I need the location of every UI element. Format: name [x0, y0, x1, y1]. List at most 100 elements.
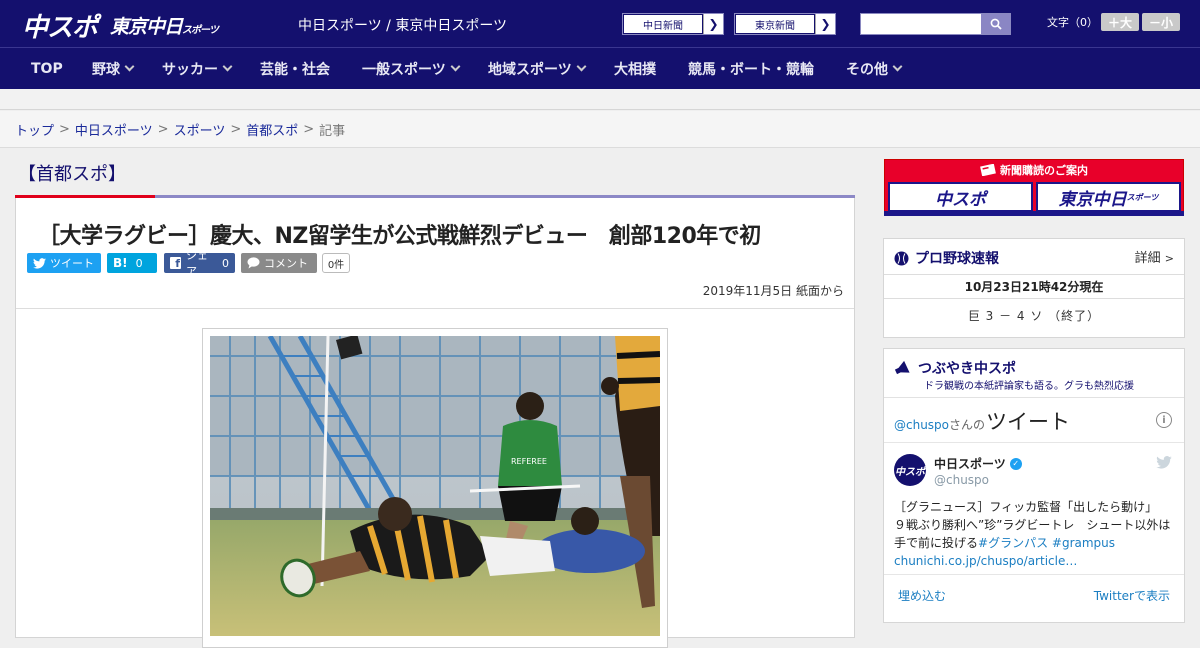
chunichi-shimbun-label: 中日新聞 [623, 14, 703, 34]
share-label: シェア [186, 249, 208, 278]
tweets-widget-title: つぶやき中スポ [918, 361, 1016, 377]
nav-item-racing[interactable]: 競馬・ボート・競輪 [688, 48, 814, 89]
nav-item-local-sports[interactable]: 地域スポーツ [488, 48, 587, 89]
article-headline: ［大学ラグビー］慶大、NZ留学生が公式戦鮮烈デビュー 創部120年で初 [38, 224, 761, 249]
search-button[interactable] [981, 14, 1010, 34]
tokyo-logo-small: スポーツ [182, 25, 219, 36]
nav-item-top[interactable]: TOP [31, 48, 63, 89]
baseball-score[interactable]: 巨 3 － 4 ソ （終了） [884, 307, 1184, 324]
comment-button[interactable]: コメント [241, 253, 317, 273]
breadcrumb-sep: > [59, 121, 70, 137]
nav-label: 野球 [92, 61, 120, 78]
nav-label: 芸能・社会 [260, 61, 330, 78]
info-icon[interactable]: i [1156, 412, 1172, 428]
tokyo-shimbun-button[interactable]: 東京新聞 ❯ [734, 13, 836, 35]
breadcrumb-sep: > [303, 121, 315, 137]
tweet-account-name-text: 中日スポーツ [934, 457, 1006, 471]
share-count: 0 [222, 256, 229, 270]
chunichi-shimbun-button[interactable]: 中日新聞 ❯ [622, 13, 724, 35]
search-icon [990, 18, 1002, 30]
search-input[interactable] [861, 14, 982, 34]
twitter-bird-icon[interactable] [1156, 456, 1172, 469]
font-size-up-button[interactable]: ＋大 [1101, 13, 1139, 31]
comment-label: コメント [264, 257, 308, 270]
tweet-link[interactable]: chunichi.co.jp/chuspo/article… [894, 552, 1179, 570]
nav-item-other[interactable]: その他 [846, 48, 903, 89]
font-size-label: 文字（0） [1047, 16, 1098, 29]
baseball-detail-label: 詳細 [1134, 251, 1161, 266]
tweets-widget: つぶやき中スポ ドラ観戦の本紙評論家も語る。グラも熱烈応援 @chuspo さん… [883, 348, 1185, 623]
facebook-icon: f [170, 257, 181, 270]
tweet-button[interactable]: ツイート [27, 253, 101, 273]
timeline-handle[interactable]: @chuspo [894, 418, 949, 432]
megaphone-icon [894, 360, 910, 375]
nav-item-baseball[interactable]: 野球 [92, 48, 135, 89]
subscription-banner-base [884, 211, 1184, 216]
verified-badge-icon: ✓ [1009, 457, 1022, 470]
breadcrumb-link-chunichi-sports[interactable]: 中日スポーツ [75, 120, 153, 139]
baseball-updated-row: 10月23日21時42分現在 [884, 274, 1184, 299]
speech-bubble-icon [247, 257, 260, 269]
breadcrumb: トップ > 中日スポーツ > スポーツ > 首都スポ > 記事 [0, 111, 1200, 148]
tweet-avatar[interactable]: 中スポ [894, 454, 926, 486]
nav-label: 一般スポーツ [362, 61, 446, 78]
subscription-tokyo-label: 東京中日 [1058, 189, 1127, 210]
tweet-body-line: ９戦ぶり勝利へ”珍”ラグビートレ シュート以外は [894, 518, 1171, 532]
baseball-icon [894, 251, 909, 265]
timeline-title: ツイート [986, 410, 1071, 434]
hatena-bookmark-button[interactable]: B! 0 [107, 253, 157, 273]
tweet-avatar-text: 中スポ [895, 466, 925, 478]
chevron-down-icon [124, 61, 135, 72]
article-photo-frame: REFEREE [202, 328, 668, 648]
facebook-share-button[interactable]: f シェア 0 [164, 249, 235, 278]
spacer-band [0, 89, 1200, 110]
embed-link[interactable]: 埋め込む [898, 587, 946, 604]
nav-item-soccer[interactable]: サッカー [162, 48, 233, 89]
subscription-banner[interactable]: 新聞購読のご案内 中スポ 東京中日 スポーツ [884, 159, 1184, 216]
breadcrumb-link-top[interactable]: トップ [15, 120, 54, 139]
newspaper-icon [980, 164, 996, 176]
subscription-chuspo: 中スポ [888, 182, 1033, 212]
breadcrumb-link-shuto-spo[interactable]: 首都スポ [246, 120, 298, 139]
breadcrumb-current: 記事 [319, 123, 346, 139]
subscription-banner-title: 新聞購読のご案内 [1000, 164, 1088, 177]
nav-label: 地域スポーツ [488, 61, 572, 78]
baseball-detail-link[interactable]: 詳細 > [1135, 247, 1174, 266]
tweet-body-text: 手で前に投げる [894, 536, 979, 550]
hatena-icon: B! [113, 256, 128, 270]
twitter-bird-icon [33, 257, 46, 269]
chevron-right-icon: > [1164, 252, 1174, 265]
tokyo-shimbun-label: 東京新聞 [735, 14, 815, 34]
tweet-account-name[interactable]: 中日スポーツ ✓ [934, 455, 1022, 472]
tokyo-chunichi-logo[interactable]: 東京中日スポーツ [110, 12, 219, 39]
chevron-down-icon [892, 61, 903, 72]
site-name: 中日スポーツ / 東京中日スポーツ [298, 18, 508, 34]
breadcrumb-sep: > [157, 121, 169, 137]
font-size-down-button[interactable]: －小 [1142, 13, 1180, 31]
nav-item-sumo[interactable]: 大相撲 [614, 48, 656, 89]
chuspo-logo[interactable]: 中スポ [22, 7, 98, 44]
chevron-right-icon: ❯ [815, 14, 835, 34]
chevron-down-icon [222, 61, 233, 72]
timeline-footer-divider [884, 574, 1184, 575]
article-photo[interactable]: REFEREE [210, 336, 660, 636]
article-divider [16, 308, 854, 309]
tweets-widget-subtitle: ドラ観戦の本紙評論家も語る。グラも熱烈応援 [924, 381, 1134, 392]
nav-item-general-sports[interactable]: 一般スポーツ [362, 48, 461, 89]
baseball-score-text: 巨 3 － 4 ソ （終了） [967, 309, 1101, 323]
subscription-chuspo-label: 中スポ [935, 189, 986, 210]
photo-jersey-text: REFEREE [511, 457, 547, 466]
view-on-twitter-link[interactable]: Twitterで表示 [1094, 587, 1170, 604]
rugby-photo: REFEREE [210, 336, 660, 636]
hatena-count: 0 [135, 256, 143, 270]
nav-item-entertainment[interactable]: 芸能・社会 [260, 48, 330, 89]
chevron-down-icon [450, 61, 461, 72]
main-nav: TOP 野球 サッカー 芸能・社会 一般スポーツ 地域スポーツ 大相撲 競馬・ボ… [0, 48, 1200, 89]
tweet-hashtag[interactable]: #grampus [1052, 536, 1115, 550]
section-title: 【首都スポ】 [18, 164, 126, 185]
tweet-hashtag[interactable]: #グランパス [978, 536, 1048, 550]
tweet-account-handle[interactable]: @chuspo [934, 473, 989, 487]
breadcrumb-link-sports[interactable]: スポーツ [174, 120, 226, 139]
chevron-right-icon: ❯ [703, 14, 723, 34]
tokyo-logo-text: 東京中日 [110, 16, 183, 38]
